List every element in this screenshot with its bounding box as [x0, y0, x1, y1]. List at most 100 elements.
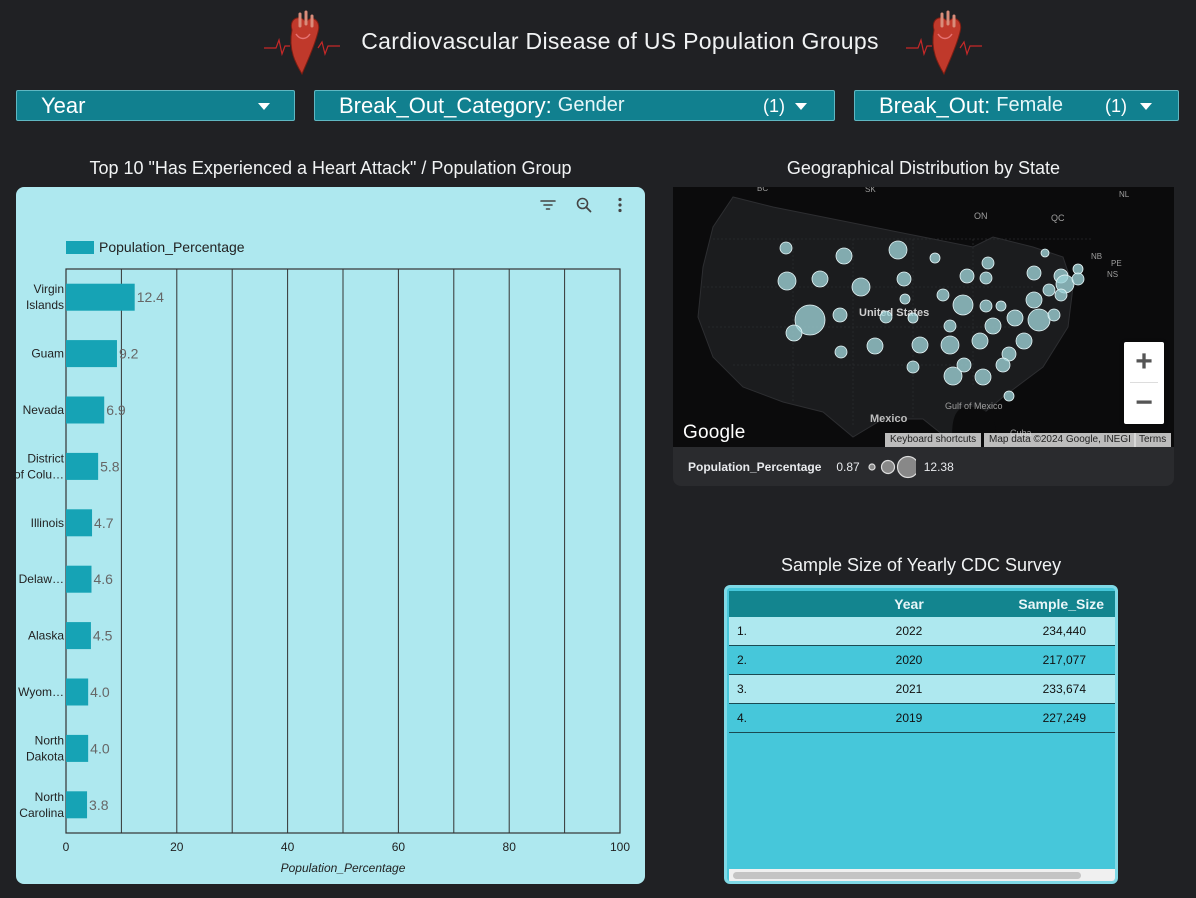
map-bubble[interactable]: [1027, 308, 1051, 332]
bubble-map[interactable]: United States Mexico Gulf of Mexico Cuba…: [673, 187, 1174, 447]
x-axis-label: Population_Percentage: [281, 861, 406, 875]
break-out-category-control[interactable]: Break_Out_Category: Gender (1): [314, 90, 835, 121]
bar-chart: Population_Percentage 12.4 9.2 6.9 5.8 4.7 4.…: [16, 239, 630, 875]
bar[interactable]: [66, 734, 89, 762]
x-tick-label: 20: [170, 840, 184, 854]
zoom-in-button[interactable]: +: [1124, 342, 1164, 382]
map-bubble[interactable]: [1042, 283, 1056, 297]
map-label-gulf: Gulf of Mexico: [945, 401, 1003, 411]
break-out-label: Break_Out:: [879, 92, 991, 118]
map-label-country: United States: [859, 307, 929, 319]
map-bubble[interactable]: [835, 247, 853, 265]
map-bubble[interactable]: [940, 335, 960, 355]
map-bubble[interactable]: [971, 332, 989, 350]
map-bubble[interactable]: [995, 300, 1007, 312]
horizontal-scrollbar[interactable]: [729, 869, 1115, 881]
column-header-year[interactable]: Year: [859, 591, 959, 617]
map-label-pe: PE: [1111, 259, 1122, 268]
map-bubble[interactable]: [952, 294, 974, 316]
sample-size-table: Year Sample_Size 1. 2022 234,440 2. 2020…: [724, 585, 1118, 884]
map-bubble[interactable]: [981, 256, 995, 270]
bar-value-label: 4.7: [94, 515, 114, 531]
map-bubble[interactable]: [1054, 288, 1068, 302]
map-data-attribution: Map data ©2024 Google, INEGI: [984, 433, 1136, 447]
map-bubble[interactable]: [974, 368, 992, 386]
map-bubble[interactable]: [907, 312, 919, 324]
map-bubble[interactable]: [1026, 265, 1042, 281]
map-bubble[interactable]: [777, 271, 797, 291]
chevron-down-icon[interactable]: [1140, 103, 1152, 110]
map-bubble[interactable]: [979, 299, 993, 313]
row-index: 2.: [737, 653, 748, 667]
bar[interactable]: [66, 396, 105, 424]
y-category-label: Guam: [31, 347, 64, 361]
row-sample-size: 234,440: [1042, 624, 1086, 638]
map-bubble[interactable]: [785, 324, 803, 342]
bar[interactable]: [66, 622, 91, 650]
map-bubble[interactable]: [851, 277, 871, 297]
map-bubble[interactable]: [866, 337, 884, 355]
map-label-qc: QC: [1051, 213, 1065, 223]
map-bubble[interactable]: [929, 252, 941, 264]
bar-chart-title: Top 10 "Has Experienced a Heart Attack" …: [89, 158, 572, 178]
map-bubble[interactable]: [1040, 248, 1050, 258]
map-bubble[interactable]: [959, 268, 975, 284]
dashboard-header: Cardiovascular Disease of US Population …: [0, 0, 1196, 86]
map-bubble[interactable]: [899, 293, 911, 305]
bar[interactable]: [66, 678, 89, 706]
keyboard-shortcuts-link[interactable]: Keyboard shortcuts: [885, 433, 982, 447]
map-bubble[interactable]: [995, 357, 1011, 373]
chevron-down-icon[interactable]: [795, 103, 807, 110]
map-legend-label: Population_Percentage: [688, 459, 822, 474]
x-tick-label: 100: [610, 840, 630, 854]
map-bubble[interactable]: [811, 270, 829, 288]
map-bubble[interactable]: [984, 317, 1002, 335]
y-category-label: Wyom…: [18, 685, 64, 699]
map-bubble[interactable]: [832, 307, 848, 323]
map-bubble[interactable]: [936, 288, 950, 302]
map-label-nl: NL: [1119, 190, 1130, 199]
map-bubble[interactable]: [1006, 309, 1024, 327]
bar[interactable]: [66, 509, 93, 537]
year-filter-control[interactable]: Year: [16, 90, 295, 121]
column-header-sample-size[interactable]: Sample_Size: [1018, 591, 1104, 617]
bar-value-label: 3.8: [89, 797, 109, 813]
row-sample-size: 233,674: [1042, 682, 1086, 696]
bar[interactable]: [66, 565, 92, 593]
map-bubble[interactable]: [1072, 263, 1084, 275]
terms-link[interactable]: Terms: [1134, 433, 1172, 447]
map-bubble[interactable]: [906, 360, 920, 374]
map-bubble[interactable]: [943, 319, 957, 333]
map-bubble[interactable]: [1003, 390, 1015, 402]
map-bubble[interactable]: [1015, 332, 1033, 350]
map-bubble[interactable]: [979, 271, 993, 285]
map-bubble[interactable]: [879, 310, 893, 324]
map-bubble[interactable]: [1025, 291, 1043, 309]
bar[interactable]: [66, 452, 99, 480]
chevron-down-icon[interactable]: [258, 103, 270, 110]
row-sample-size: 217,077: [1042, 653, 1086, 667]
y-category-label: Alaska: [28, 629, 64, 643]
map-bubble[interactable]: [943, 366, 963, 386]
bar-value-label: 4.5: [93, 628, 113, 644]
bar[interactable]: [66, 340, 117, 368]
bar[interactable]: [66, 791, 88, 819]
legend-label: Population_Percentage: [99, 239, 245, 255]
break-out-control[interactable]: Break_Out: Female (1): [854, 90, 1179, 121]
map-bubble[interactable]: [779, 241, 793, 255]
bar-value-label: 4.0: [90, 740, 110, 756]
map-label-sk: SK: [865, 187, 876, 194]
bar-value-label: 9.2: [119, 346, 139, 362]
break-out-value: Female: [996, 94, 1063, 116]
zoom-out-button[interactable]: −: [1124, 383, 1164, 423]
x-tick-label: 0: [63, 840, 70, 854]
map-bubble[interactable]: [834, 345, 848, 359]
scrollbar-thumb[interactable]: [733, 872, 1081, 879]
map-bubble[interactable]: [888, 240, 908, 260]
table-row: 2. 2020 217,077: [729, 646, 1115, 675]
map-bubble[interactable]: [1071, 272, 1085, 286]
map-bubble[interactable]: [896, 271, 912, 287]
map-bubble[interactable]: [911, 336, 929, 354]
bar[interactable]: [66, 283, 135, 311]
map-bubble[interactable]: [1047, 308, 1061, 322]
